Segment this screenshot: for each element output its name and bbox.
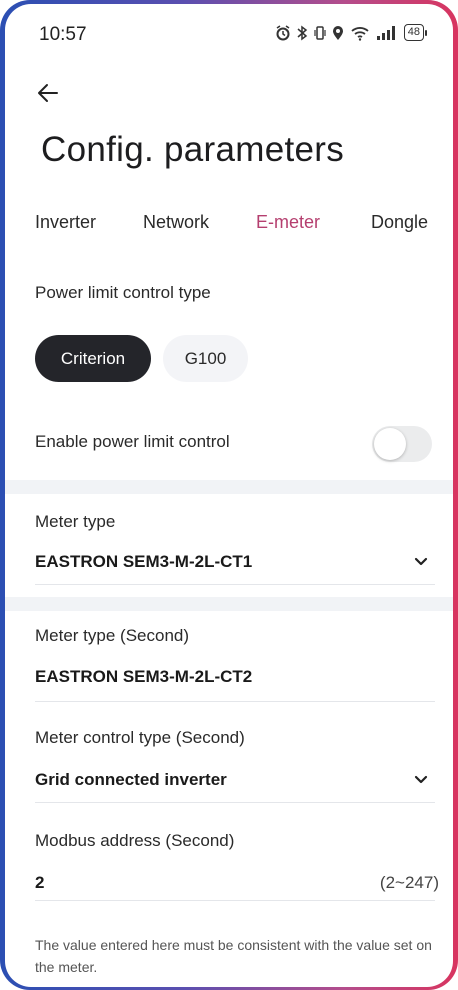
meter-type-second-label: Meter type (Second) bbox=[35, 626, 190, 645]
section-divider bbox=[5, 480, 453, 494]
tab-bar: Inverter Network E-meter Dongle bbox=[5, 212, 453, 238]
bluetooth-icon bbox=[297, 25, 308, 41]
tab-dongle[interactable]: Dongle bbox=[371, 212, 428, 233]
status-icons: 48 bbox=[275, 24, 427, 41]
divider-line bbox=[35, 802, 435, 803]
tab-network[interactable]: Network bbox=[143, 212, 209, 233]
chevron-down-icon bbox=[411, 552, 431, 572]
wifi-icon bbox=[350, 25, 370, 41]
g100-chip[interactable]: G100 bbox=[163, 335, 248, 382]
modbus-address-second-input[interactable] bbox=[35, 870, 355, 896]
meter-control-type-second-value: Grid connected inverter bbox=[35, 770, 227, 789]
helper-text: The value entered here must be consisten… bbox=[35, 937, 432, 975]
criterion-chip[interactable]: Criterion bbox=[35, 335, 151, 382]
modbus-address-second-label: Modbus address (Second) bbox=[35, 831, 235, 850]
location-icon bbox=[332, 25, 344, 41]
meter-type-value: EASTRON SEM3-M-2L-CT1 bbox=[35, 552, 253, 571]
meter-control-type-second-select[interactable]: Grid connected inverter bbox=[5, 764, 453, 796]
divider-line bbox=[35, 900, 435, 901]
vibrate-icon bbox=[314, 25, 326, 41]
alarm-icon bbox=[275, 24, 291, 41]
arrow-left-icon bbox=[38, 84, 58, 102]
divider-line bbox=[35, 701, 435, 702]
app-screen: 10:57 48 Config. parameters Inverter Net… bbox=[5, 4, 453, 987]
meter-type-label: Meter type bbox=[35, 512, 116, 531]
enable-power-limit-label: Enable power limit control bbox=[35, 432, 230, 451]
status-bar: 10:57 48 bbox=[5, 4, 453, 64]
meter-type-select[interactable]: EASTRON SEM3-M-2L-CT1 bbox=[5, 546, 453, 578]
battery-icon: 48 bbox=[403, 24, 427, 41]
battery-level: 48 bbox=[403, 24, 424, 41]
power-limit-type-label: Power limit control type bbox=[35, 283, 211, 302]
tab-e-meter[interactable]: E-meter bbox=[256, 212, 320, 233]
signal-icon bbox=[376, 25, 398, 40]
meter-type-second-value: EASTRON SEM3-M-2L-CT2 bbox=[35, 667, 253, 686]
page-title: Config. parameters bbox=[41, 130, 345, 169]
back-button[interactable] bbox=[33, 78, 63, 108]
chevron-down-icon bbox=[411, 770, 431, 790]
toggle-knob bbox=[374, 428, 406, 460]
section-divider bbox=[5, 597, 453, 611]
status-time: 10:57 bbox=[39, 24, 87, 45]
divider-line bbox=[35, 584, 435, 585]
modbus-address-range: (2~247) bbox=[379, 873, 439, 892]
enable-power-limit-toggle[interactable] bbox=[372, 426, 432, 462]
tab-inverter[interactable]: Inverter bbox=[35, 212, 96, 233]
meter-control-type-second-label: Meter control type (Second) bbox=[35, 728, 245, 747]
